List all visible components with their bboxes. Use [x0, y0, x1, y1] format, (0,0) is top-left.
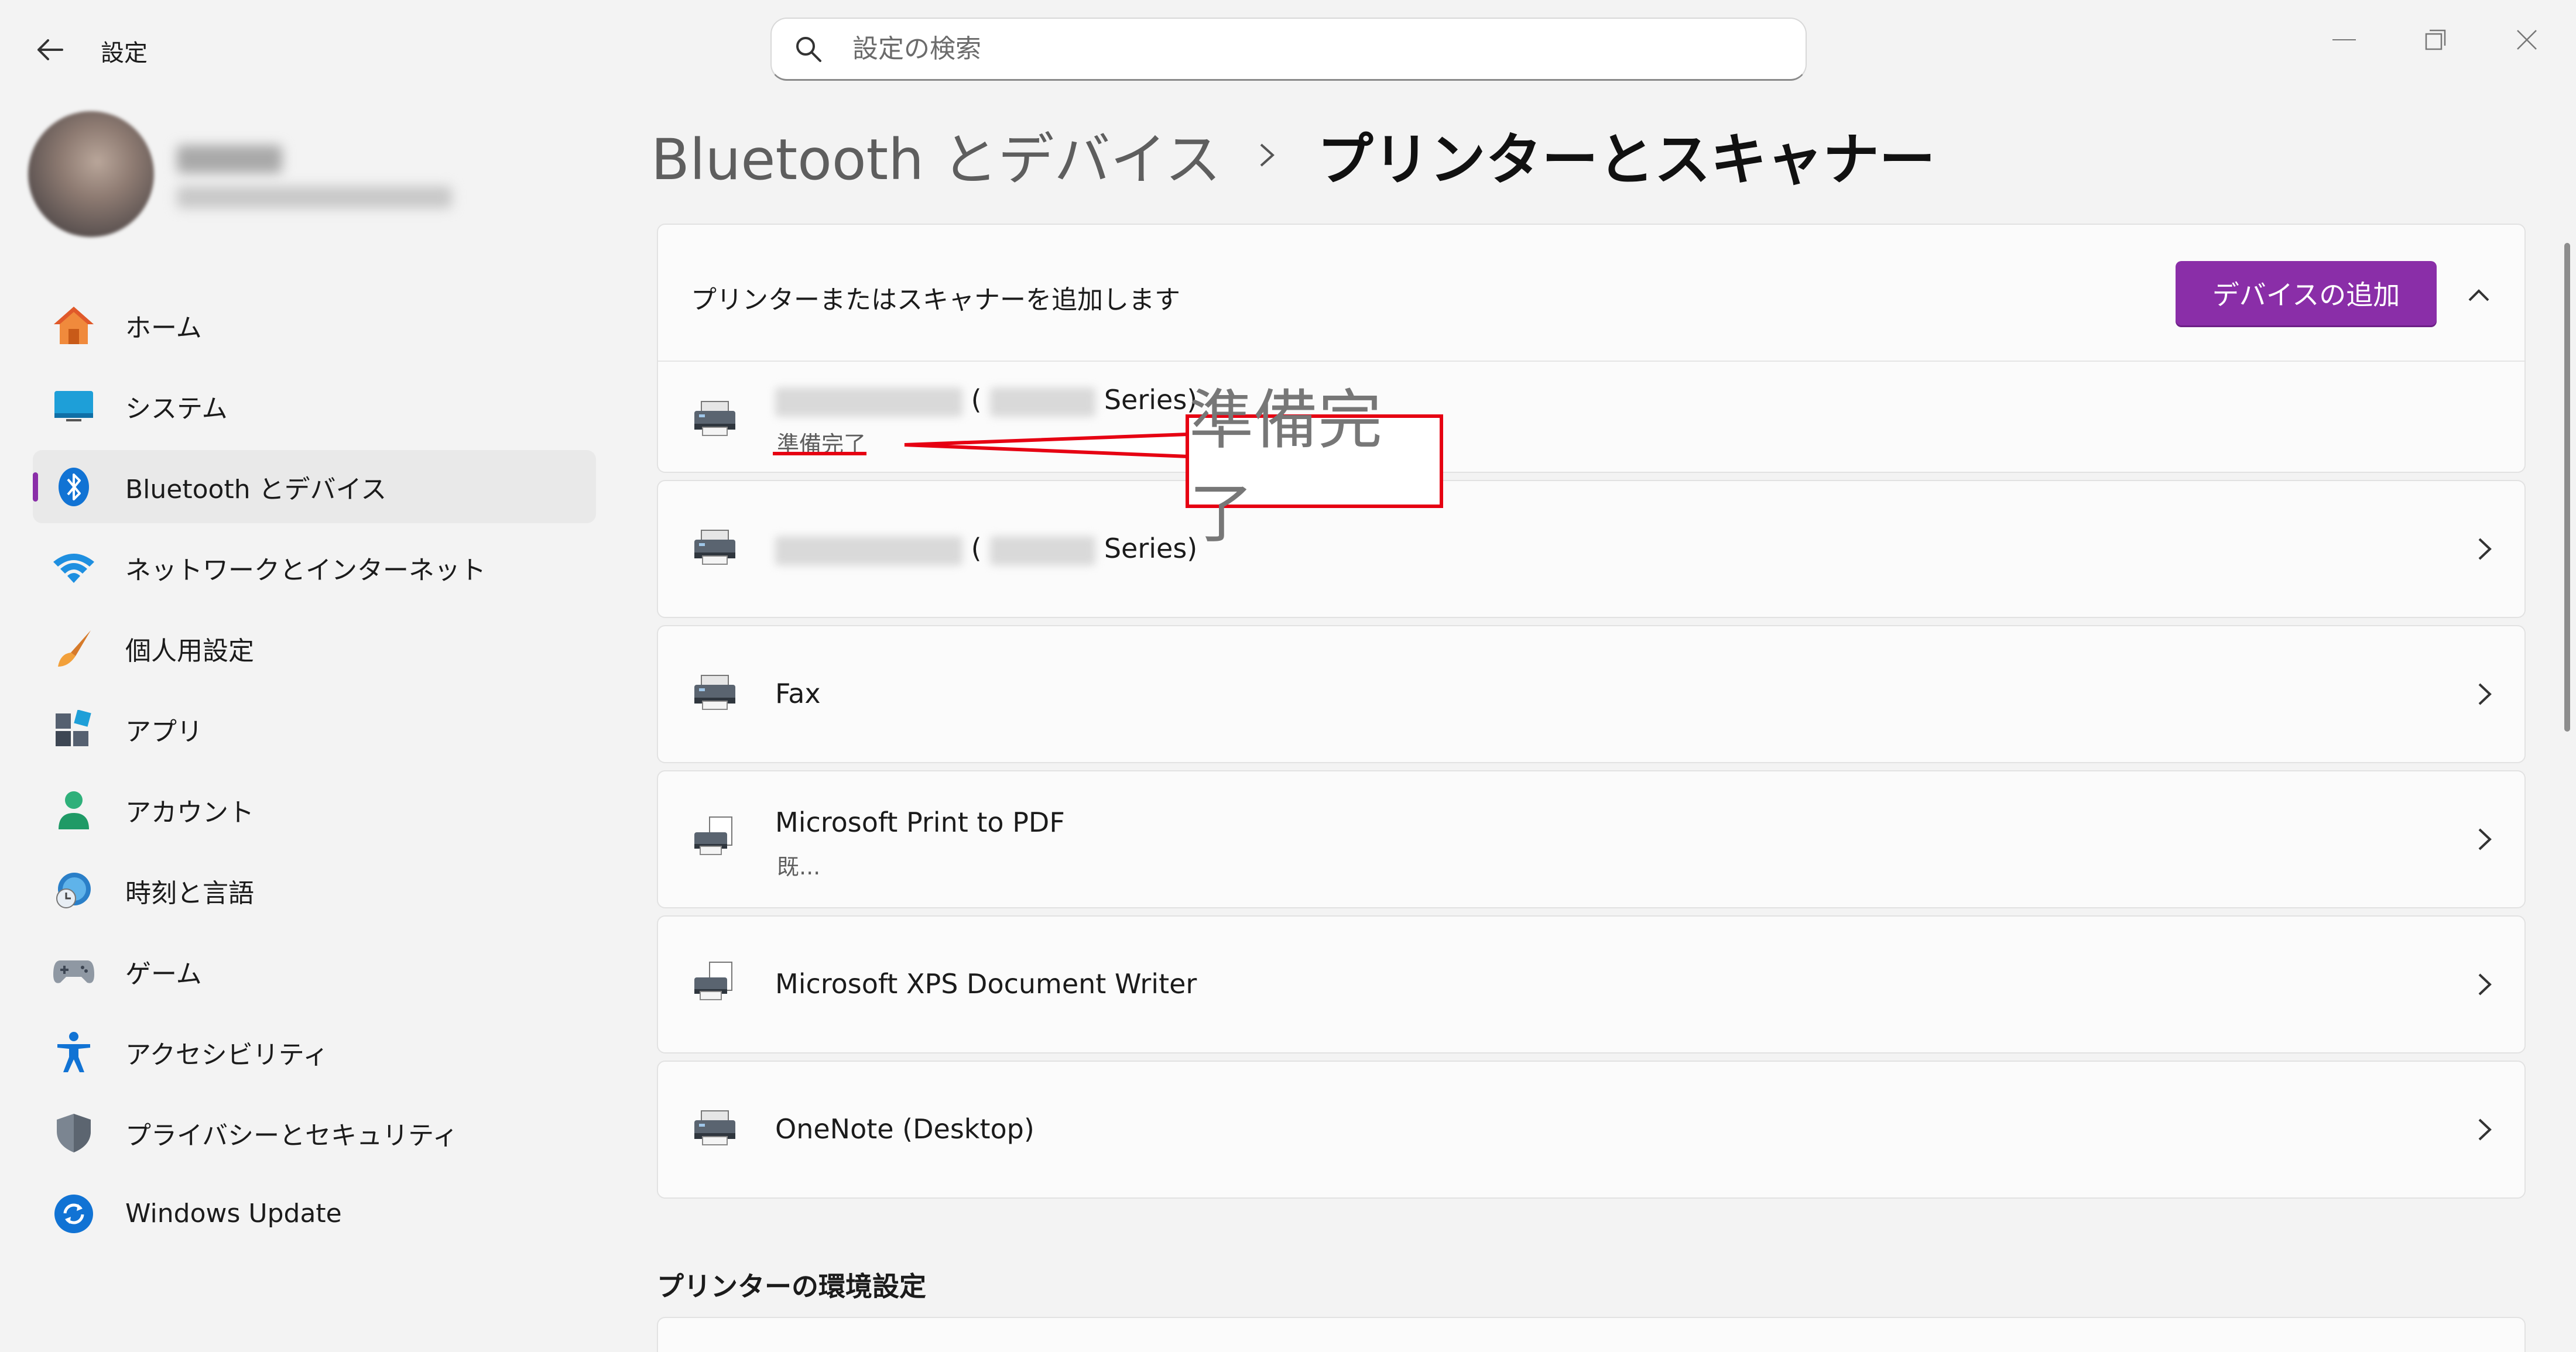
brush-icon	[50, 625, 97, 672]
redacted-name	[775, 536, 962, 565]
printer-preferences-card[interactable]	[657, 1317, 2526, 1352]
virtual-printer-icon	[694, 816, 732, 855]
sidebar-item-label: アカウント	[125, 797, 254, 828]
chevron-right-icon	[2467, 677, 2502, 712]
printer-row-xps[interactable]: Microsoft XPS Document Writer	[657, 915, 2526, 1054]
section-title-printer-preferences: プリンターの環境設定	[657, 1271, 926, 1302]
chevron-right-icon	[1259, 142, 1288, 168]
breadcrumb: Bluetooth とデバイス プリンターとスキャナー	[651, 114, 1936, 195]
search-box[interactable]	[770, 18, 1807, 81]
scrollbar[interactable]	[2564, 243, 2570, 732]
sidebar-item-accounts[interactable]: アカウント	[33, 773, 596, 846]
printer-row-fax[interactable]: Fax	[657, 625, 2526, 763]
breadcrumb-parent[interactable]: Bluetooth とデバイス	[651, 114, 1221, 195]
sidebar-item-windows-update[interactable]: Windows Update	[33, 1177, 596, 1250]
annotation-underline	[773, 452, 866, 455]
chevron-right-icon	[2467, 967, 2502, 1002]
sidebar-item-label: プライバシーとセキュリティ	[125, 1120, 458, 1151]
add-printer-header: プリンターまたはスキャナーを追加します デバイスの追加	[658, 225, 2524, 362]
app-title: 設定	[101, 40, 148, 67]
printer-status: 既...	[777, 854, 821, 880]
printer-icon	[694, 1110, 735, 1145]
sidebar-item-accessibility[interactable]: アクセシビリティ	[33, 1015, 596, 1089]
back-arrow-icon	[37, 39, 63, 60]
annotation-callout: 準備完了	[1186, 383, 1443, 551]
user-email-redacted	[177, 186, 452, 208]
system-icon	[50, 383, 97, 430]
sidebar-item-label: システム	[125, 393, 228, 424]
printer-row-pdf[interactable]: Microsoft Print to PDF 既...	[657, 770, 2526, 908]
printer-title: Microsoft XPS Document Writer	[775, 968, 1197, 1000]
printer-title: ( Series)	[775, 384, 1197, 417]
chevron-right-icon	[2467, 1112, 2502, 1147]
sidebar-item-label: Windows Update	[125, 1199, 342, 1229]
add-printer-card: プリンターまたはスキャナーを追加します デバイスの追加 ( Series) 準備…	[657, 224, 2526, 473]
add-device-button[interactable]: デバイスの追加	[2176, 261, 2437, 325]
user-name-redacted	[177, 145, 282, 173]
printer-row-1[interactable]: ( Series) 準備完了	[658, 362, 2524, 473]
printer-icon	[694, 401, 735, 436]
shield-icon	[50, 1110, 97, 1157]
sidebar-item-label: ゲーム	[125, 959, 202, 989]
sidebar-item-system[interactable]: システム	[33, 369, 596, 442]
sidebar-item-home[interactable]: ホーム	[33, 289, 596, 362]
sidebar-item-label: ホーム	[125, 313, 202, 343]
sidebar-item-time-language[interactable]: 時刻と言語	[33, 854, 596, 927]
sidebar-item-bluetooth-devices[interactable]: Bluetooth とデバイス	[33, 450, 596, 523]
sidebar-item-apps[interactable]: アプリ	[33, 692, 596, 766]
update-icon	[50, 1190, 97, 1237]
sidebar-nav: ホーム システム Bluetooth とデバイス ネットワークとインターネット …	[33, 289, 596, 1258]
sidebar-item-label: ネットワークとインターネット	[125, 555, 486, 585]
minimize-button[interactable]	[2309, 16, 2379, 63]
close-icon	[2517, 30, 2537, 50]
sidebar-item-label: 個人用設定	[125, 636, 254, 666]
account-icon	[50, 787, 97, 833]
sidebar-item-network[interactable]: ネットワークとインターネット	[33, 531, 596, 604]
sidebar-item-privacy-security[interactable]: プライバシーとセキュリティ	[33, 1096, 596, 1169]
redacted-model	[990, 536, 1096, 565]
restore-button[interactable]	[2400, 16, 2471, 63]
printer-title: ( Series)	[775, 533, 1197, 565]
printer-title: OneNote (Desktop)	[775, 1113, 1034, 1145]
restore-icon	[2425, 29, 2446, 50]
gamepad-icon	[50, 948, 97, 995]
sidebar-item-label: Bluetooth とデバイス	[125, 474, 387, 505]
sidebar-item-personalization[interactable]: 個人用設定	[33, 612, 596, 685]
close-button[interactable]	[2492, 16, 2562, 63]
sidebar-item-label: 時刻と言語	[125, 878, 254, 908]
sidebar-item-label: アクセシビリティ	[125, 1039, 329, 1070]
accessibility-icon	[50, 1029, 97, 1076]
add-printer-text: プリンターまたはスキャナーを追加します	[691, 285, 1180, 315]
chevron-up-icon[interactable]	[2455, 272, 2502, 318]
search-input[interactable]	[852, 34, 1731, 64]
bluetooth-icon	[50, 464, 97, 510]
sidebar-item-gaming[interactable]: ゲーム	[33, 935, 596, 1008]
redacted-name	[775, 387, 962, 417]
fax-icon	[694, 675, 735, 710]
time-language-icon	[50, 867, 97, 914]
printer-title: Fax	[775, 678, 821, 709]
printer-row-onenote[interactable]: OneNote (Desktop)	[657, 1061, 2526, 1199]
chevron-right-icon	[2467, 822, 2502, 857]
search-icon	[794, 32, 829, 67]
printer-title: Microsoft Print to PDF	[775, 807, 1065, 838]
page-title: プリンターとスキャナー	[1317, 127, 1936, 193]
avatar[interactable]	[28, 111, 154, 237]
sidebar-item-label: アプリ	[125, 716, 203, 747]
apps-icon	[50, 706, 97, 753]
home-icon	[50, 302, 97, 349]
redacted-model	[990, 387, 1096, 417]
printer-row-2[interactable]: ( Series)	[657, 480, 2526, 618]
chevron-right-icon	[2467, 531, 2502, 567]
virtual-printer-icon	[694, 962, 732, 1000]
minimize-icon	[2332, 39, 2356, 40]
wifi-icon	[50, 544, 97, 591]
printer-icon	[694, 530, 735, 565]
back-button[interactable]	[29, 29, 70, 70]
